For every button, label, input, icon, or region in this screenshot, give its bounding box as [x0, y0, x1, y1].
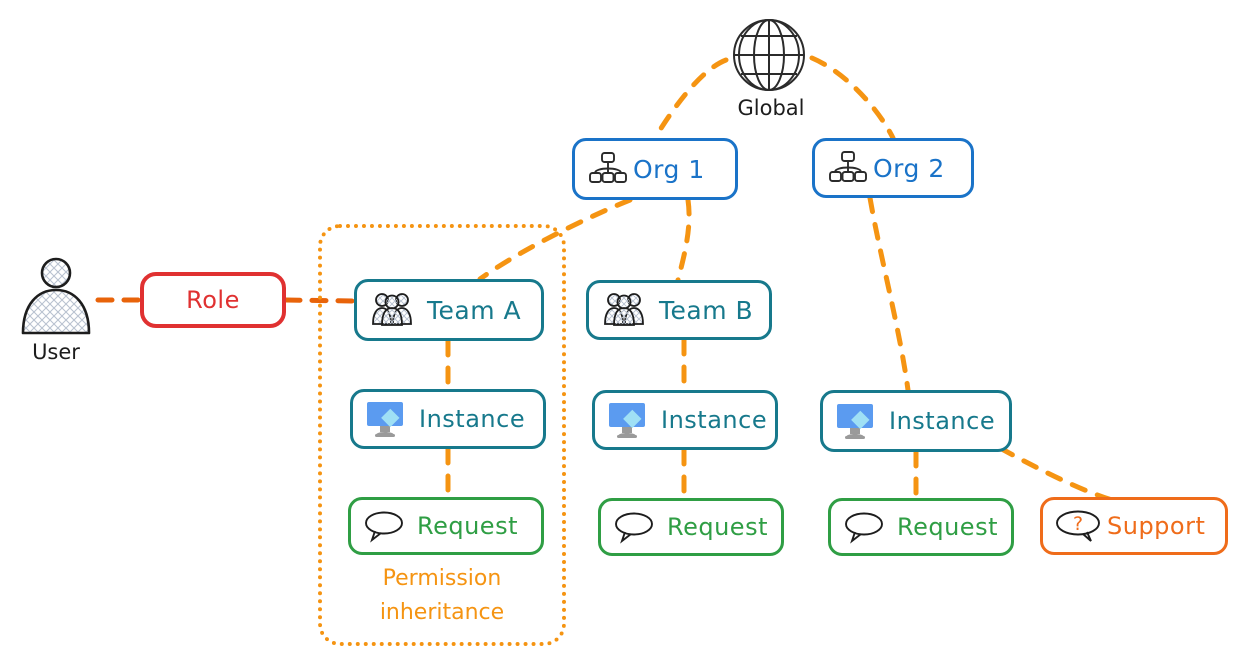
edge-org2-instance3 — [867, 195, 911, 393]
instance-2-label: Instance — [661, 406, 768, 434]
org-1-label: Org 1 — [633, 154, 705, 184]
node-org-1[interactable]: Org 1 — [572, 138, 738, 200]
org-chart-icon — [589, 151, 627, 187]
diagram-canvas: Permission inheritance Global User Role — [0, 0, 1251, 663]
question-bubble-icon: ? — [1053, 508, 1103, 544]
edge-org1-teamb — [675, 197, 692, 283]
node-role[interactable]: Role — [140, 272, 286, 328]
node-instance-3[interactable]: Instance — [820, 390, 1012, 452]
node-request-2[interactable]: Request — [598, 498, 784, 556]
node-request-3[interactable]: Request — [828, 498, 1014, 556]
request-2-label: Request — [667, 513, 768, 541]
node-team-b[interactable]: Team B — [586, 280, 772, 340]
edge-global-org1 — [652, 57, 729, 141]
globe-label: Global — [737, 96, 805, 120]
support-label: Support — [1107, 512, 1206, 540]
request-3-label: Request — [897, 513, 998, 541]
role-label: Role — [186, 286, 240, 314]
user-label: User — [32, 340, 80, 364]
node-support[interactable]: ? Support — [1040, 497, 1228, 555]
instance-1-label: Instance — [419, 405, 526, 433]
org-2-label: Org 2 — [873, 153, 945, 183]
speech-bubble-icon — [613, 510, 655, 544]
svg-text:?: ? — [1073, 513, 1083, 535]
monitor-icon — [605, 400, 649, 440]
edge-global-org2 — [809, 55, 896, 141]
edge-instance3-support — [997, 445, 1115, 503]
node-request-1[interactable]: Request — [348, 497, 544, 555]
instance-3-label: Instance — [889, 407, 996, 435]
team-b-label: Team B — [659, 295, 754, 325]
org-chart-icon — [829, 150, 867, 186]
people-group-icon — [603, 292, 645, 328]
permission-inheritance-caption: Permission inheritance — [330, 562, 554, 630]
monitor-icon — [833, 401, 877, 441]
people-group-icon — [371, 292, 413, 328]
speech-bubble-icon — [363, 509, 405, 543]
node-team-a[interactable]: Team A — [354, 279, 544, 341]
speech-bubble-icon — [843, 510, 885, 544]
node-org-2[interactable]: Org 2 — [812, 138, 974, 198]
globe-icon — [733, 19, 805, 91]
user-person-icon — [21, 257, 91, 335]
team-a-label: Team A — [427, 295, 522, 325]
monitor-icon — [363, 399, 407, 439]
node-instance-1[interactable]: Instance — [350, 389, 546, 449]
permission-inheritance-caption-line1: Permission — [382, 566, 502, 591]
permission-inheritance-caption-line2: inheritance — [379, 600, 505, 625]
node-instance-2[interactable]: Instance — [592, 390, 778, 450]
request-1-label: Request — [417, 512, 518, 540]
